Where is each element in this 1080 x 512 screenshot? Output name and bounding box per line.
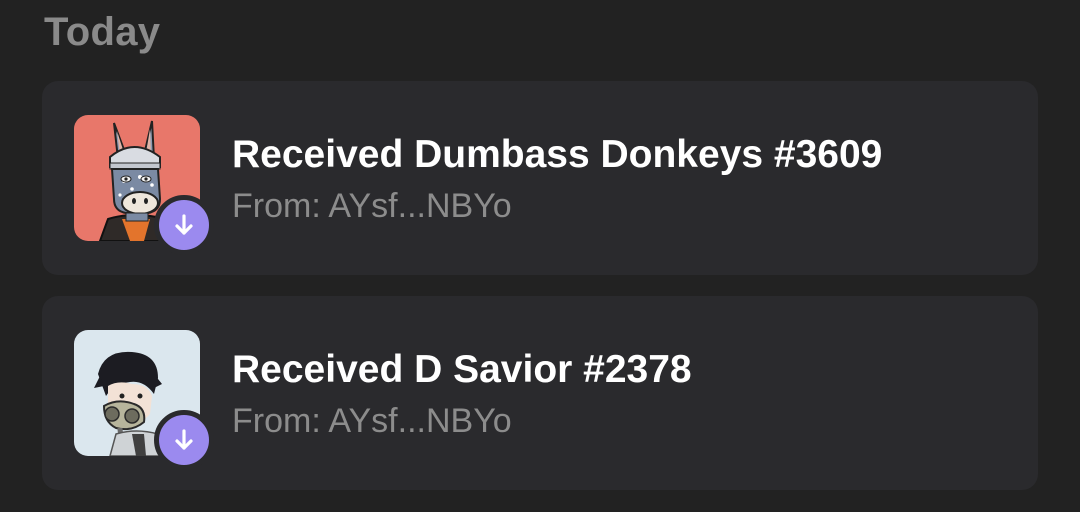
nft-thumbnail-wrapper (74, 330, 214, 470)
arrow-down-icon (175, 429, 193, 450)
section-header-today: Today (44, 10, 161, 54)
arrow-down-icon (175, 214, 193, 235)
activity-item[interactable]: Received Dumbass Donkeys #3609 From: AYs… (42, 81, 1038, 275)
activity-sender: From: AYsf...NBYo (232, 402, 512, 440)
received-badge (154, 410, 214, 470)
activity-title: Received D Savior #2378 (232, 348, 692, 391)
activity-sender: From: AYsf...NBYo (232, 187, 512, 225)
received-badge (154, 195, 214, 255)
activity-item[interactable]: Received D Savior #2378 From: AYsf...NBY… (42, 296, 1038, 490)
activity-title: Received Dumbass Donkeys #3609 (232, 133, 883, 176)
nft-thumbnail-wrapper (74, 115, 214, 255)
